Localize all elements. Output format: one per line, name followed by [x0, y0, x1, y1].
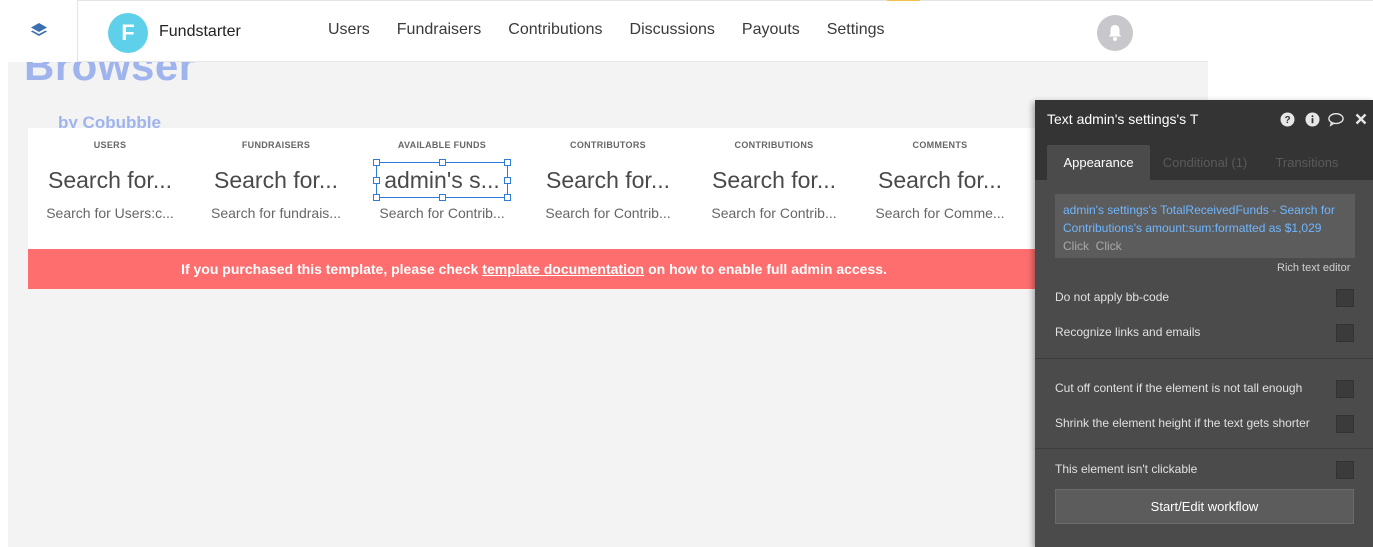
banner-text-after: on how to enable full admin access. [648, 261, 887, 277]
stat-label: FUNDRAISERS [241, 140, 311, 150]
admin-access-banner: If you purchased this template, please c… [28, 249, 1040, 289]
stat-label: CONTRIBUTORS [570, 140, 646, 150]
option-label: Recognize links and emails [1055, 325, 1201, 339]
stat-label: AVAILABLE FUNDS [397, 140, 487, 150]
dynamic-expression[interactable]: admin's settings's TotalReceivedFunds - … [1063, 201, 1347, 237]
resize-handle[interactable] [373, 194, 380, 201]
stat-label: USERS [93, 140, 127, 150]
resize-handle[interactable] [504, 177, 511, 184]
checkbox-no-bbcode[interactable] [1336, 289, 1354, 307]
stat-sub: Search for Contrib... [379, 205, 505, 221]
nav-contributions[interactable]: Contributions [508, 21, 602, 39]
resize-handle[interactable] [504, 159, 511, 166]
notifications-button[interactable] [1097, 15, 1133, 51]
brand-name[interactable]: Fundstarter [159, 23, 241, 41]
divider [1035, 448, 1373, 449]
layers-button[interactable] [0, 0, 78, 62]
resize-handle[interactable] [439, 159, 446, 166]
tab-transitions[interactable]: Transitions [1263, 145, 1351, 180]
stat-contributions[interactable]: CONTRIBUTIONS Search for... Search for C… [699, 128, 849, 250]
stat-value: Search for... [213, 167, 338, 193]
help-icon[interactable]: ? [1279, 111, 1295, 127]
divider [1035, 358, 1373, 359]
app-header: F Fundstarter Users Fundraisers Contribu… [78, 1, 1208, 62]
property-editor-panel: Text admin's settings's T ? Appearance C… [1035, 100, 1373, 547]
option-label: Shrink the element height if the text ge… [1055, 416, 1310, 430]
stat-value: Search for... [711, 167, 836, 193]
checkbox-cut-off-content[interactable] [1336, 380, 1354, 398]
stat-users[interactable]: USERS Search for... Search for Users:c..… [35, 128, 185, 250]
nav-users[interactable]: Users [328, 21, 370, 39]
template-documentation-link[interactable]: template documentation [482, 261, 644, 277]
option-label: Do not apply bb-code [1055, 290, 1170, 304]
nav-payouts[interactable]: Payouts [742, 21, 800, 39]
stat-sub: Search for Contrib... [545, 205, 671, 221]
editor-root: Browser by Cobubble USERS Search for... … [0, 0, 1373, 547]
stats-row: USERS Search for... Search for Users:c..… [28, 128, 1040, 250]
svg-text:?: ? [1284, 115, 1290, 126]
click-placeholder[interactable]: Click [1063, 239, 1089, 253]
start-edit-workflow-button[interactable]: Start/Edit workflow [1055, 489, 1354, 524]
stat-comments[interactable]: COMMENTS Search for... Search for Comme.… [865, 128, 1015, 250]
panel-tabs: Appearance Conditional (1) Transitions [1035, 138, 1373, 180]
checkbox-shrink-height[interactable] [1336, 415, 1354, 433]
click-placeholder[interactable]: Click [1096, 239, 1122, 253]
nav-discussions[interactable]: Discussions [630, 21, 715, 39]
stat-value: Search for... [877, 167, 1002, 193]
stat-fundraisers[interactable]: FUNDRAISERS Search for... Search for fun… [201, 128, 351, 250]
stat-sub: Search for Comme... [875, 205, 1005, 221]
stat-sub: Search for Contrib... [711, 205, 837, 221]
stat-label: COMMENTS [912, 140, 968, 150]
page-canvas: Browser by Cobubble USERS Search for... … [8, 62, 1208, 547]
checkbox-not-clickable[interactable] [1336, 461, 1354, 479]
bell-icon [1109, 25, 1121, 41]
stat-sub: Search for Users:c... [46, 205, 174, 221]
main-nav: Users Fundraisers Contributions Discussi… [328, 21, 912, 39]
option-label: This element isn't clickable [1055, 462, 1198, 476]
stat-sub: Search for fundrais... [211, 205, 341, 221]
hero-title: Browser [24, 62, 196, 89]
stat-label: CONTRIBUTIONS [734, 140, 814, 150]
layers-icon [30, 23, 47, 36]
info-icon[interactable] [1304, 111, 1320, 127]
banner-text-before: If you purchased this template, please c… [181, 261, 479, 277]
panel-title-bar[interactable]: Text admin's settings's T ? [1035, 100, 1373, 138]
tab-appearance[interactable]: Appearance [1047, 145, 1150, 180]
option-label: Cut off content if the element is not ta… [1055, 381, 1303, 395]
resize-handle[interactable] [373, 159, 380, 166]
close-icon[interactable] [1353, 111, 1369, 127]
text-expression-editor[interactable]: admin's settings's TotalReceivedFunds - … [1055, 194, 1355, 258]
brand-logo[interactable]: F [108, 13, 148, 53]
tab-conditional[interactable]: Conditional (1) [1155, 145, 1255, 180]
nav-fundraisers[interactable]: Fundraisers [397, 21, 481, 39]
resize-handle[interactable] [439, 194, 446, 201]
rich-text-editor-link[interactable]: Rich text editor [1277, 262, 1350, 274]
resize-handle[interactable] [504, 194, 511, 201]
stat-value: Search for... [47, 167, 172, 193]
stat-value: Search for... [545, 167, 670, 193]
element-selection-box[interactable] [376, 162, 508, 198]
resize-handle[interactable] [373, 177, 380, 184]
checkbox-recognize-links[interactable] [1336, 324, 1354, 342]
panel-title: Text admin's settings's T [1047, 111, 1199, 127]
stat-contributors[interactable]: CONTRIBUTORS Search for... Search for Co… [533, 128, 683, 250]
nav-settings[interactable]: Settings [827, 21, 885, 39]
comment-icon[interactable] [1328, 111, 1344, 127]
